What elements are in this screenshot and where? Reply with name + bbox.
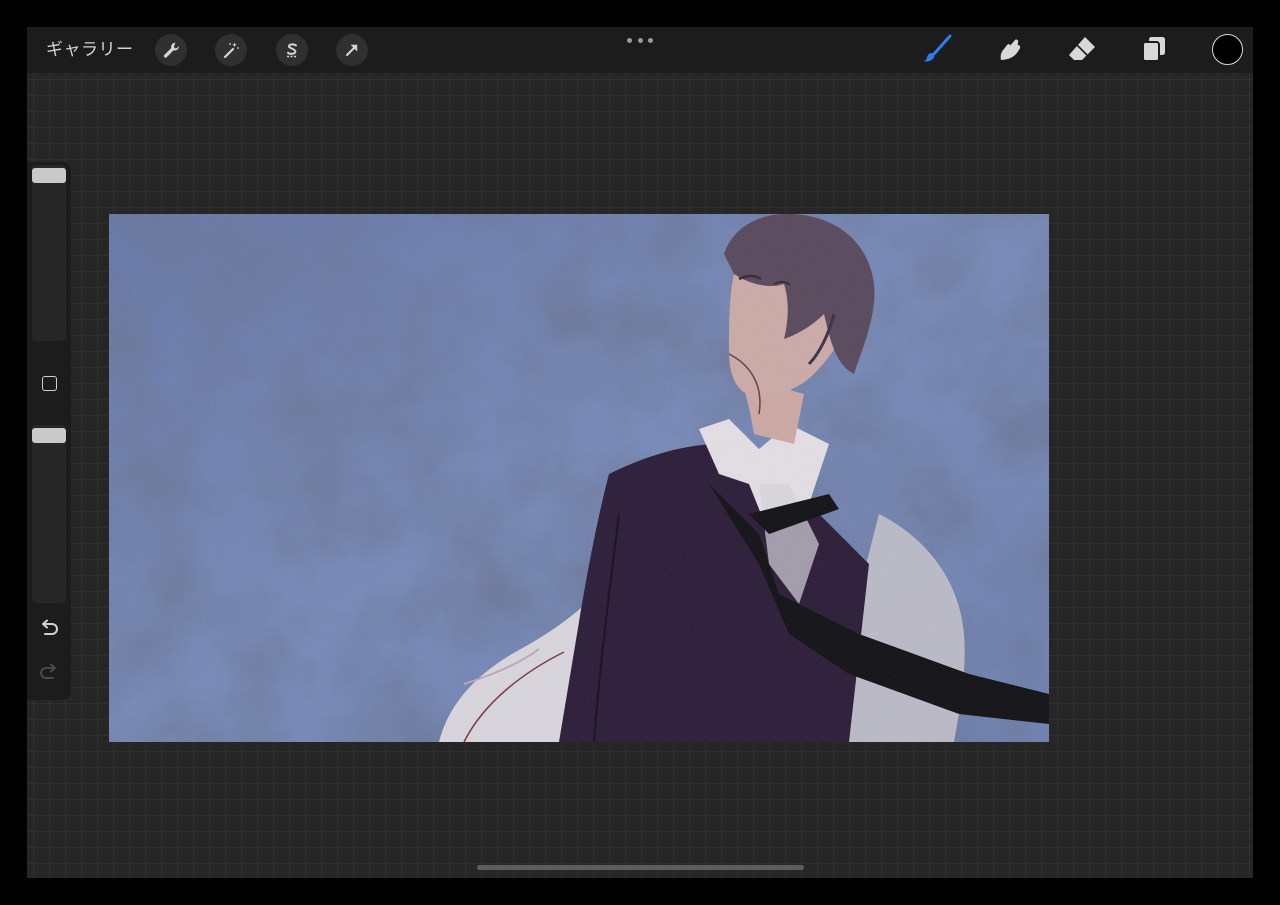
layers-icon — [1138, 33, 1170, 69]
undo-icon — [38, 617, 60, 643]
brush-tool-button[interactable] — [921, 33, 953, 69]
top-toolbar: ギャラリー — [27, 27, 1253, 73]
transform-button[interactable] — [336, 34, 368, 66]
arrow-cursor-icon — [343, 41, 361, 59]
eraser-icon — [1066, 33, 1098, 69]
modify-button[interactable] — [40, 374, 58, 392]
smudge-tool-button[interactable] — [993, 35, 1025, 67]
artwork-illustration — [109, 214, 1049, 742]
eraser-tool-button[interactable] — [1066, 35, 1098, 67]
selection-button[interactable] — [276, 34, 308, 66]
square-modify-icon — [41, 375, 57, 391]
magic-wand-icon — [222, 41, 240, 59]
selection-s-icon — [283, 41, 301, 59]
brush-size-slider[interactable] — [32, 165, 66, 341]
layers-button[interactable] — [1138, 35, 1170, 67]
color-picker-button[interactable] — [1212, 34, 1243, 65]
brush-size-handle[interactable] — [32, 168, 66, 183]
drawing-canvas[interactable] — [109, 214, 1049, 742]
redo-icon — [38, 661, 60, 687]
brush-opacity-slider[interactable] — [32, 425, 66, 603]
home-indicator[interactable] — [477, 865, 804, 870]
procreate-workspace: ギャラリー — [27, 27, 1253, 878]
actions-button[interactable] — [155, 34, 187, 66]
brush-icon — [921, 33, 953, 69]
more-dots-icon[interactable] — [627, 31, 653, 49]
smudge-finger-icon — [993, 33, 1025, 69]
adjustments-button[interactable] — [215, 34, 247, 66]
redo-button[interactable] — [36, 661, 62, 687]
left-sidebar — [27, 162, 71, 700]
undo-button[interactable] — [36, 617, 62, 643]
brush-opacity-handle[interactable] — [32, 428, 66, 443]
wrench-icon — [162, 41, 180, 59]
gallery-button[interactable]: ギャラリー — [46, 39, 134, 61]
